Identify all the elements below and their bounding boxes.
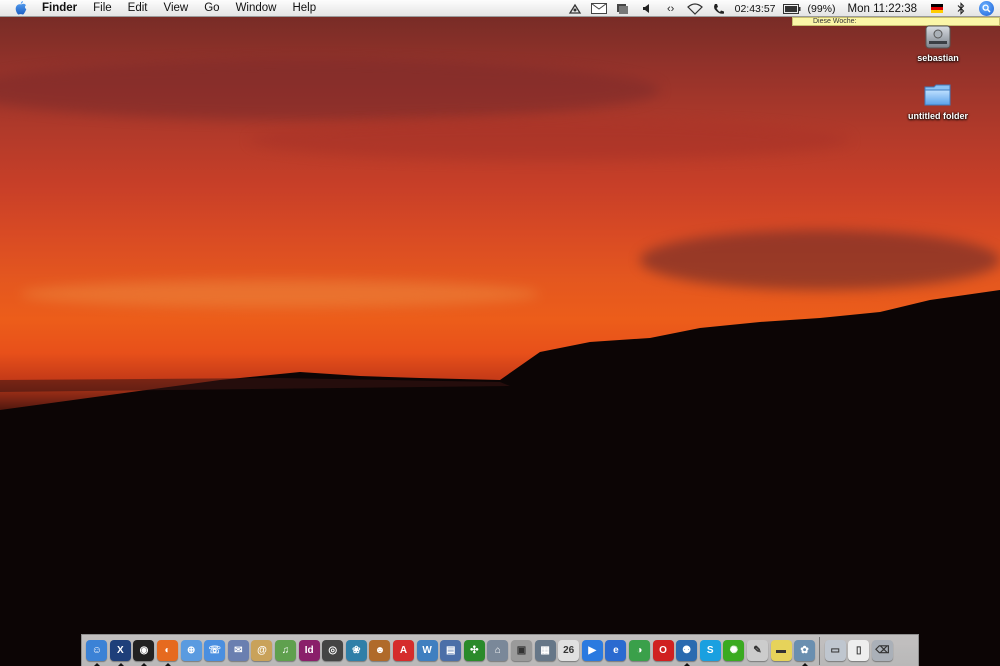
network-arrows-icon[interactable]: ‹› (659, 0, 683, 17)
menu-help[interactable]: Help (284, 2, 324, 14)
folder-icon (924, 84, 951, 106)
limewire-icon[interactable]: ✺ (723, 640, 745, 661)
finder-icon[interactable]: ☺ (86, 640, 108, 666)
hill-silhouette (0, 290, 1000, 666)
iphoto-icon[interactable]: ❀ (345, 640, 367, 661)
bluetooth-icon[interactable] (949, 0, 973, 17)
phone-icon[interactable] (707, 0, 731, 17)
mail-status-icon[interactable] (587, 0, 611, 17)
people-app-icon[interactable]: ⚉ (676, 640, 698, 666)
dock: ☺ X ◉ ◐ ⊕ ☏ ✉ @ ♫ Id ◎ ❀ ☻ A W ▤ ✣ ⌂ ▣ ▦ 26 ▶ e ◑ O ⚉ S ✺ ✎ ▬ ✿ ▭ ▯ ⌫ (81, 634, 919, 666)
skype-icon[interactable]: S (699, 640, 721, 661)
preview-icon[interactable]: ▤ (440, 640, 462, 661)
airport-wifi-icon[interactable] (683, 0, 707, 17)
opera-icon[interactable]: O (652, 640, 674, 661)
dvd-player-icon[interactable]: ◎ (322, 640, 344, 661)
ical-icon[interactable]: 26 (558, 640, 580, 661)
desktop-icon-hard-drive[interactable]: sebastian (898, 24, 978, 63)
trash-icon[interactable]: ⌫ (871, 640, 893, 661)
desktop-icon-folder[interactable]: untitled folder (898, 82, 978, 121)
photo-app-icon[interactable]: ✿ (794, 640, 816, 666)
menu-go[interactable]: Go (196, 2, 227, 14)
battery-percent[interactable]: (99%) (804, 3, 840, 15)
battery-icon[interactable] (780, 0, 804, 17)
script-menu-icon[interactable] (563, 0, 587, 17)
safari-icon[interactable]: ⊕ (180, 640, 202, 661)
menu-view[interactable]: View (156, 2, 197, 14)
volume-icon[interactable] (635, 0, 659, 17)
address-book-icon[interactable]: @ (251, 640, 273, 661)
photo-booth-icon[interactable]: ☻ (369, 640, 391, 661)
desktop-icon-label: sebastian (917, 53, 959, 63)
firefox-icon[interactable]: ◐ (157, 640, 179, 666)
menu-file[interactable]: File (85, 2, 120, 14)
menu-extras: ‹› 02:43:57 (99%) Mon 11:22:38 (563, 0, 1000, 17)
stickies-icon[interactable]: ▬ (770, 640, 792, 661)
menu-edit[interactable]: Edit (120, 2, 156, 14)
note-popup-text: Diese Woche: (813, 18, 857, 25)
menu-app-name[interactable]: Finder (42, 2, 85, 14)
menu-window[interactable]: Window (228, 2, 285, 14)
unknown-app-icon[interactable]: W (416, 640, 438, 661)
screen-sharing-icon[interactable]: ▭ (824, 640, 846, 661)
spotlight-icon[interactable] (979, 1, 994, 16)
document-icon[interactable]: ▯ (848, 640, 870, 661)
quicktime-icon[interactable]: ▶ (581, 640, 603, 661)
xcode-icon[interactable]: X (109, 640, 131, 666)
desktop-wallpaper (0, 0, 1000, 666)
itunes-icon[interactable]: ♫ (275, 640, 297, 661)
camino-icon[interactable]: ◑ (628, 640, 650, 661)
menu-bar: Finder File Edit View Go Window Help ‹› … (0, 0, 1000, 17)
menubar-timer[interactable]: 02:43:57 (731, 3, 780, 15)
mail-icon[interactable]: ✉ (227, 640, 249, 661)
tree-app-icon[interactable]: ✣ (463, 640, 485, 661)
desktop-icon-label: untitled folder (908, 111, 968, 121)
menubar-clock[interactable]: Mon 11:22:38 (840, 3, 925, 15)
dock-separator (819, 636, 821, 665)
image-capture-icon[interactable]: ▦ (534, 640, 556, 661)
dashboard-icon[interactable]: ◉ (133, 640, 155, 666)
network-icon[interactable]: ⌂ (487, 640, 509, 661)
indesign-icon[interactable]: Id (298, 640, 320, 661)
textedit-icon[interactable]: ✎ (746, 640, 768, 661)
sync-icon[interactable] (611, 0, 635, 17)
ichat-icon[interactable]: ☏ (204, 640, 226, 661)
hard-drive-icon (925, 25, 951, 49)
acrobat-icon[interactable]: A (393, 640, 415, 661)
input-source-flag-icon[interactable] (931, 4, 943, 13)
internet-explorer-icon[interactable]: e (605, 640, 627, 661)
photoshop-icon[interactable]: ▣ (510, 640, 532, 661)
apple-menu-icon[interactable] (14, 1, 28, 15)
